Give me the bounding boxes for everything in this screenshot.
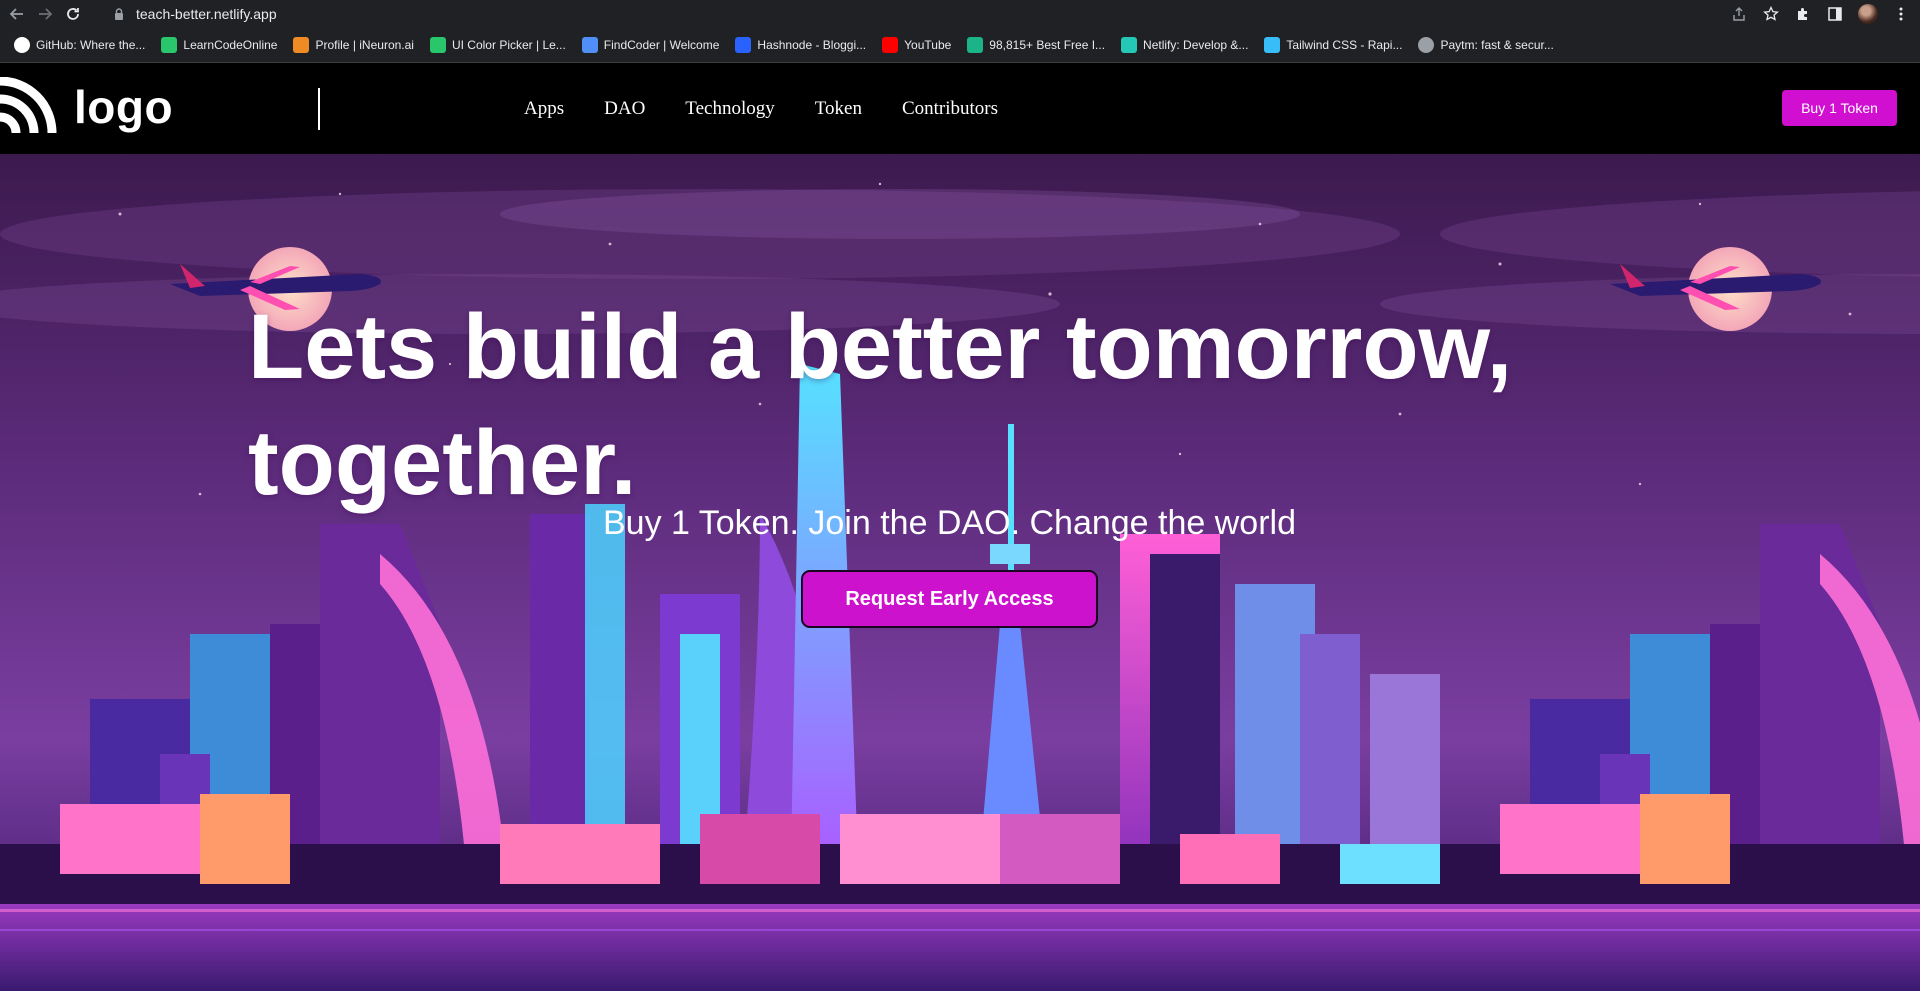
header-divider xyxy=(318,88,320,130)
lock-icon xyxy=(115,7,123,20)
freepik-icon xyxy=(967,36,984,53)
bookmark-item[interactable]: YouTube xyxy=(880,33,959,57)
bookmark-item[interactable]: FindCoder | Welcome xyxy=(580,33,728,57)
hero-section: Lets build a better tomorrow, together. … xyxy=(0,154,1920,991)
star-icon xyxy=(1763,5,1779,21)
nav-link-contributors[interactable]: Contributors xyxy=(902,98,998,120)
bookmark-item[interactable]: Tailwind CSS - Rapi... xyxy=(1262,33,1410,57)
bookmark-item[interactable]: Paytm: fast & secur... xyxy=(1416,33,1561,57)
arrow-right-icon xyxy=(39,7,53,20)
nav-link-apps[interactable]: Apps xyxy=(524,98,564,120)
extensions-button[interactable] xyxy=(1794,5,1812,23)
bookmark-label: Profile | iNeuron.ai xyxy=(315,37,414,52)
bookmarks-bar: GitHub: Where the... LearnCodeOnline Profi… xyxy=(0,27,1920,63)
bookmark-label: Netlify: Develop &... xyxy=(1143,37,1249,52)
share-button[interactable] xyxy=(1730,5,1748,23)
url-text: teach-better.netlify.app xyxy=(136,5,277,22)
bookmark-label: Hashnode - Bloggi... xyxy=(757,37,867,52)
hero-title-line-2: together. xyxy=(248,412,637,514)
bookmark-label: 98,815+ Best Free I... xyxy=(989,37,1106,52)
learncodeonline-icon xyxy=(161,36,178,53)
bookmark-item[interactable]: UI Color Picker | Le... xyxy=(428,33,574,57)
menu-button[interactable] xyxy=(1892,5,1910,23)
side-panel-icon xyxy=(1828,6,1842,21)
address-bar[interactable]: teach-better.netlify.app xyxy=(112,2,1752,25)
bookmark-item[interactable]: Hashnode - Bloggi... xyxy=(733,33,874,57)
arrow-left-icon xyxy=(9,7,23,20)
forward-button[interactable] xyxy=(34,3,56,25)
logo-text: logo xyxy=(74,81,174,133)
bookmark-item[interactable]: Profile | iNeuron.ai xyxy=(291,33,422,57)
hero-subtitle: Buy 1 Token. Join the DAO. Change the wo… xyxy=(603,504,1296,542)
kebab-menu-icon xyxy=(1899,7,1903,20)
ineuron-icon xyxy=(293,36,310,53)
side-panel-button[interactable] xyxy=(1826,5,1844,23)
nav-link-token[interactable]: Token xyxy=(815,98,862,120)
browser-toolbar: teach-better.netlify.app xyxy=(0,0,1920,27)
bookmark-item[interactable]: LearnCodeOnline xyxy=(159,33,285,57)
bookmark-label: GitHub: Where the... xyxy=(36,37,146,52)
profile-avatar[interactable] xyxy=(1858,3,1878,24)
hashnode-icon xyxy=(735,36,752,53)
github-icon xyxy=(14,36,30,53)
bookmark-label: YouTube xyxy=(904,37,952,52)
globe-icon xyxy=(1418,36,1435,53)
back-button[interactable] xyxy=(6,3,28,25)
bookmark-label: FindCoder | Welcome xyxy=(603,37,720,52)
share-icon xyxy=(1733,6,1745,21)
main-nav: Apps DAO Technology Token Contributors xyxy=(524,98,998,120)
nav-link-technology[interactable]: Technology xyxy=(685,98,774,120)
learncodeonline-icon xyxy=(429,36,446,53)
tailwind-icon xyxy=(1264,36,1281,53)
code-icon xyxy=(581,36,598,53)
hero-title-line-1: Lets build a better tomorrow, xyxy=(248,296,1513,398)
bookmark-label: UI Color Picker | Le... xyxy=(451,37,566,52)
request-early-access-button[interactable]: Request Early Access xyxy=(801,570,1098,628)
bookmark-label: LearnCodeOnline xyxy=(183,37,278,52)
reload-button[interactable] xyxy=(62,3,84,25)
youtube-icon xyxy=(882,36,899,53)
hero-title: Lets build a better tomorrow, together. xyxy=(248,289,1688,521)
netlify-icon xyxy=(1121,36,1138,53)
logo-arcs-icon xyxy=(0,77,57,134)
bookmark-label: Tailwind CSS - Rapi... xyxy=(1286,37,1403,52)
bookmark-label: Paytm: fast & secur... xyxy=(1440,37,1554,52)
puzzle-icon xyxy=(1798,7,1807,20)
buy-token-button[interactable]: Buy 1 Token xyxy=(1782,90,1897,126)
reload-icon xyxy=(67,7,79,20)
site-logo[interactable]: logo xyxy=(0,77,173,137)
bookmark-item[interactable]: GitHub: Where the... xyxy=(12,33,153,57)
bookmark-item[interactable]: Netlify: Develop &... xyxy=(1119,33,1256,57)
bookmark-star-button[interactable] xyxy=(1762,5,1780,23)
bookmark-item[interactable]: 98,815+ Best Free I... xyxy=(965,33,1113,57)
site-header: logo Apps DAO Technology Token Contribut… xyxy=(0,63,1920,154)
nav-link-dao[interactable]: DAO xyxy=(604,98,645,120)
